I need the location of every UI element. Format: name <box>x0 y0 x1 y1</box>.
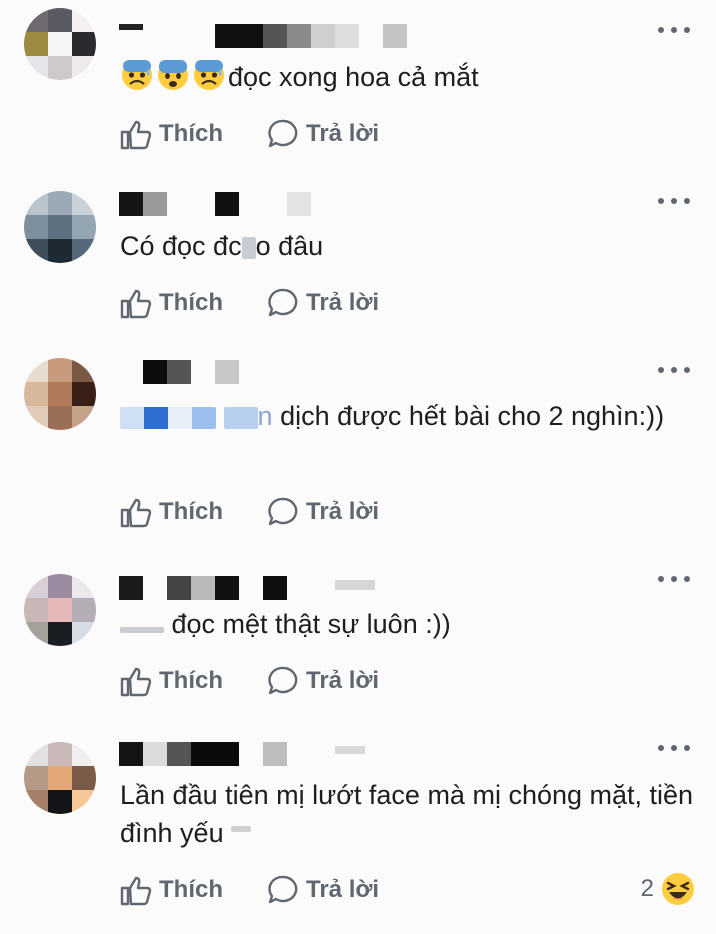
like-label: Thích <box>159 498 223 525</box>
comment-body-start: Có đọc đc <box>120 231 242 261</box>
more-options-icon[interactable] <box>658 574 690 584</box>
reply-button[interactable]: Trả lời <box>268 287 379 319</box>
like-label: Thích <box>159 289 223 316</box>
comment-actions: Thích Trả lời <box>119 873 379 907</box>
comment-text: Có đọc đc o đâu <box>120 227 700 265</box>
reply-button[interactable]: Trả lời <box>268 874 379 906</box>
redacted-mention <box>120 627 164 633</box>
reply-label: Trả lời <box>306 498 380 525</box>
like-label: Thích <box>159 876 223 903</box>
redacted-mention <box>120 407 216 429</box>
reply-label: Trả lời <box>306 876 380 903</box>
speech-bubble-icon <box>268 119 298 148</box>
comment-actions: Thích Trả lời <box>119 664 379 698</box>
like-label: Thích <box>159 120 223 147</box>
comment-actions: Thích Trả lời <box>119 117 379 151</box>
comment-body: Lần đầu tiên mị lướt face mà mị chóng mặ… <box>120 780 694 848</box>
reply-label: Trả lời <box>306 667 380 694</box>
speech-bubble-icon <box>268 288 298 317</box>
thumbs-up-icon <box>120 876 152 906</box>
reply-label: Trả lời <box>306 289 380 316</box>
anxious-face-with-sweat-icon <box>120 58 154 102</box>
like-button[interactable]: Thích <box>119 664 223 698</box>
avatar[interactable] <box>24 574 96 646</box>
anxious-face-with-sweat-icon <box>192 58 226 102</box>
speech-bubble-icon <box>268 666 298 695</box>
comment-body-end: o đâu <box>255 231 324 261</box>
reply-label: Trả lời <box>306 120 380 147</box>
reply-button[interactable]: Trả lời <box>268 665 379 697</box>
thumbs-up-icon <box>120 667 152 697</box>
comment-text: đọc mệt thật sự luôn :)) <box>120 605 700 643</box>
like-label: Thích <box>159 667 223 694</box>
more-options-icon[interactable] <box>658 743 690 753</box>
redacted-text <box>231 826 252 832</box>
redacted-text <box>241 237 256 259</box>
more-options-icon[interactable] <box>658 25 690 35</box>
more-options-icon[interactable] <box>658 365 690 375</box>
reaction-count: 2 <box>640 875 654 902</box>
speech-bubble-icon <box>268 497 298 526</box>
comment-text: đọc xong hoa cả mắt <box>120 58 700 102</box>
like-button[interactable]: Thích <box>119 286 223 320</box>
comment-text: Lần đầu tiên mị lướt face mà mị chóng mặ… <box>120 776 700 852</box>
reply-button[interactable]: Trả lời <box>268 118 379 150</box>
comment-body-prefix: n <box>257 401 273 431</box>
comment-body: đọc xong hoa cả mắt <box>228 62 479 92</box>
comment-actions: Thích Trả lời <box>119 286 379 320</box>
comment-text: n dịch được hết bài cho 2 nghìn:)) <box>120 397 700 435</box>
speech-bubble-icon <box>268 875 298 904</box>
reaction-summary[interactable]: 2 <box>641 871 696 907</box>
avatar[interactable] <box>24 358 96 430</box>
thumbs-up-icon <box>120 498 152 528</box>
redacted-mention <box>223 407 258 429</box>
comment-body: dịch được hết bài cho 2 nghìn:)) <box>280 401 665 431</box>
thumbs-up-icon <box>120 120 152 150</box>
laughing-face-icon <box>662 873 694 905</box>
fearful-face-icon <box>156 58 190 102</box>
avatar[interactable] <box>24 191 96 263</box>
like-button[interactable]: Thích <box>119 873 223 907</box>
thumbs-up-icon <box>120 289 152 319</box>
avatar[interactable] <box>24 742 96 814</box>
like-button[interactable]: Thích <box>119 117 223 151</box>
more-options-icon[interactable] <box>658 196 690 206</box>
like-button[interactable]: Thích <box>119 495 223 529</box>
comment-body: đọc mệt thật sự luôn :)) <box>171 609 451 639</box>
comment-actions: Thích Trả lời <box>119 495 379 529</box>
reply-button[interactable]: Trả lời <box>268 496 379 528</box>
avatar[interactable] <box>24 8 96 80</box>
